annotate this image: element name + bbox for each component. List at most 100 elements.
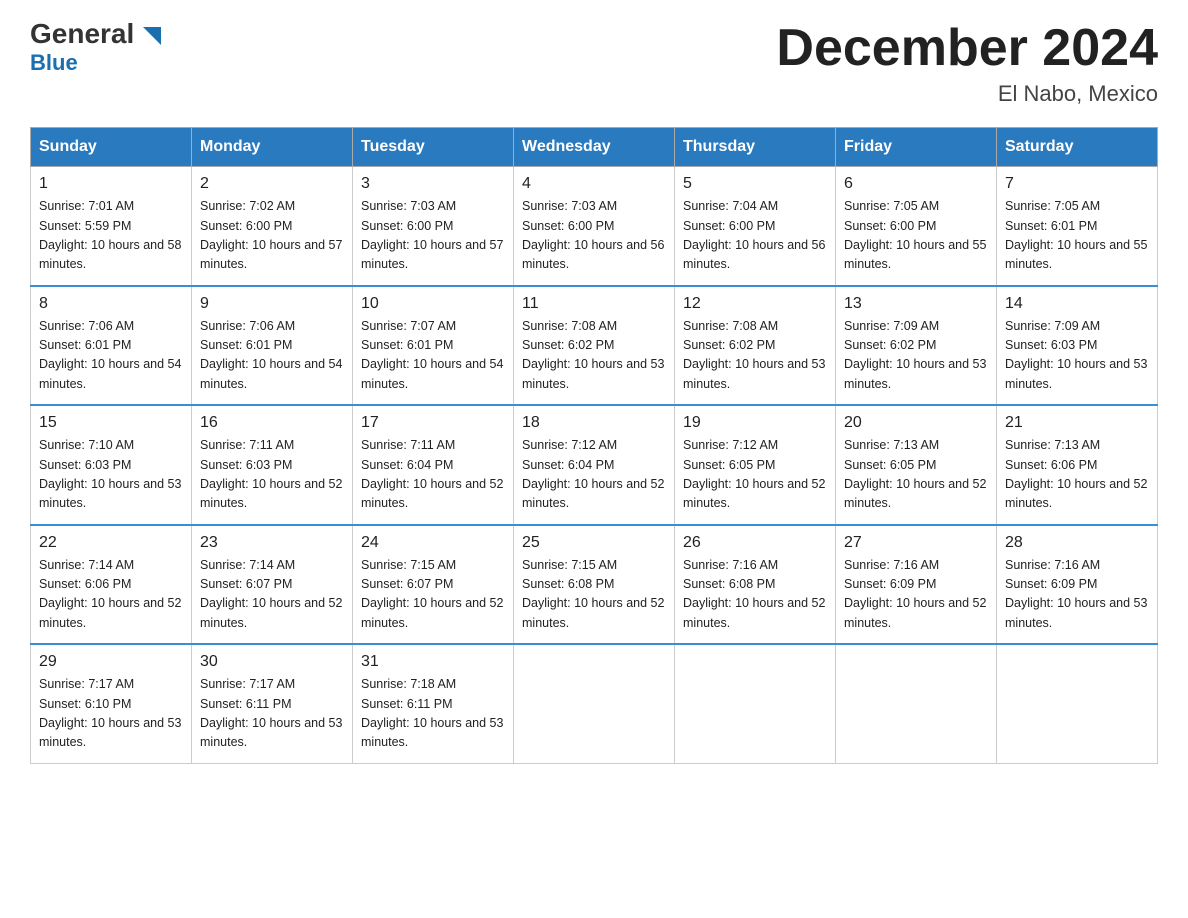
calendar-cell: 9 Sunrise: 7:06 AM Sunset: 6:01 PM Dayli…: [192, 286, 353, 406]
day-info: Sunrise: 7:06 AM Sunset: 6:01 PM Dayligh…: [200, 317, 344, 395]
col-header-tuesday: Tuesday: [353, 128, 514, 167]
day-info: Sunrise: 7:13 AM Sunset: 6:05 PM Dayligh…: [844, 436, 988, 514]
calendar-title: December 2024: [776, 20, 1158, 77]
logo: General Blue: [30, 20, 161, 76]
day-number: 2: [200, 175, 344, 193]
calendar-week-row: 22 Sunrise: 7:14 AM Sunset: 6:06 PM Dayl…: [31, 525, 1158, 645]
day-info: Sunrise: 7:10 AM Sunset: 6:03 PM Dayligh…: [39, 436, 183, 514]
day-number: 20: [844, 414, 988, 432]
col-header-thursday: Thursday: [675, 128, 836, 167]
day-info: Sunrise: 7:05 AM Sunset: 6:01 PM Dayligh…: [1005, 197, 1149, 275]
calendar-cell: 31 Sunrise: 7:18 AM Sunset: 6:11 PM Dayl…: [353, 644, 514, 763]
day-info: Sunrise: 7:17 AM Sunset: 6:11 PM Dayligh…: [200, 675, 344, 753]
title-block: December 2024 El Nabo, Mexico: [776, 20, 1158, 107]
day-info: Sunrise: 7:16 AM Sunset: 6:09 PM Dayligh…: [1005, 556, 1149, 634]
calendar-week-row: 8 Sunrise: 7:06 AM Sunset: 6:01 PM Dayli…: [31, 286, 1158, 406]
day-number: 29: [39, 653, 183, 671]
day-number: 6: [844, 175, 988, 193]
day-number: 11: [522, 295, 666, 313]
col-header-sunday: Sunday: [31, 128, 192, 167]
day-info: Sunrise: 7:18 AM Sunset: 6:11 PM Dayligh…: [361, 675, 505, 753]
day-info: Sunrise: 7:15 AM Sunset: 6:07 PM Dayligh…: [361, 556, 505, 634]
day-number: 28: [1005, 534, 1149, 552]
day-number: 25: [522, 534, 666, 552]
calendar-cell: 17 Sunrise: 7:11 AM Sunset: 6:04 PM Dayl…: [353, 405, 514, 525]
calendar-cell: [836, 644, 997, 763]
day-number: 5: [683, 175, 827, 193]
day-number: 15: [39, 414, 183, 432]
calendar-week-row: 29 Sunrise: 7:17 AM Sunset: 6:10 PM Dayl…: [31, 644, 1158, 763]
day-number: 26: [683, 534, 827, 552]
day-info: Sunrise: 7:09 AM Sunset: 6:02 PM Dayligh…: [844, 317, 988, 395]
calendar-cell: 1 Sunrise: 7:01 AM Sunset: 5:59 PM Dayli…: [31, 167, 192, 286]
calendar-cell: 25 Sunrise: 7:15 AM Sunset: 6:08 PM Dayl…: [514, 525, 675, 645]
logo-triangle-icon: [143, 27, 161, 45]
calendar-cell: 20 Sunrise: 7:13 AM Sunset: 6:05 PM Dayl…: [836, 405, 997, 525]
day-info: Sunrise: 7:05 AM Sunset: 6:00 PM Dayligh…: [844, 197, 988, 275]
day-number: 3: [361, 175, 505, 193]
day-info: Sunrise: 7:16 AM Sunset: 6:08 PM Dayligh…: [683, 556, 827, 634]
day-number: 27: [844, 534, 988, 552]
calendar-cell: 4 Sunrise: 7:03 AM Sunset: 6:00 PM Dayli…: [514, 167, 675, 286]
day-number: 21: [1005, 414, 1149, 432]
day-info: Sunrise: 7:09 AM Sunset: 6:03 PM Dayligh…: [1005, 317, 1149, 395]
day-number: 19: [683, 414, 827, 432]
logo-name: General: [30, 20, 161, 48]
calendar-cell: 5 Sunrise: 7:04 AM Sunset: 6:00 PM Dayli…: [675, 167, 836, 286]
day-number: 7: [1005, 175, 1149, 193]
calendar-cell: 26 Sunrise: 7:16 AM Sunset: 6:08 PM Dayl…: [675, 525, 836, 645]
calendar-cell: 28 Sunrise: 7:16 AM Sunset: 6:09 PM Dayl…: [997, 525, 1158, 645]
calendar-cell: 18 Sunrise: 7:12 AM Sunset: 6:04 PM Dayl…: [514, 405, 675, 525]
day-number: 9: [200, 295, 344, 313]
calendar-table: SundayMondayTuesdayWednesdayThursdayFrid…: [30, 127, 1158, 764]
calendar-cell: 2 Sunrise: 7:02 AM Sunset: 6:00 PM Dayli…: [192, 167, 353, 286]
day-number: 30: [200, 653, 344, 671]
calendar-cell: [514, 644, 675, 763]
day-number: 1: [39, 175, 183, 193]
day-info: Sunrise: 7:12 AM Sunset: 6:05 PM Dayligh…: [683, 436, 827, 514]
logo-sub: Blue: [30, 50, 78, 76]
day-info: Sunrise: 7:14 AM Sunset: 6:07 PM Dayligh…: [200, 556, 344, 634]
day-number: 31: [361, 653, 505, 671]
calendar-cell: [675, 644, 836, 763]
calendar-cell: 16 Sunrise: 7:11 AM Sunset: 6:03 PM Dayl…: [192, 405, 353, 525]
calendar-cell: 15 Sunrise: 7:10 AM Sunset: 6:03 PM Dayl…: [31, 405, 192, 525]
day-number: 24: [361, 534, 505, 552]
day-info: Sunrise: 7:01 AM Sunset: 5:59 PM Dayligh…: [39, 197, 183, 275]
day-number: 18: [522, 414, 666, 432]
calendar-cell: 7 Sunrise: 7:05 AM Sunset: 6:01 PM Dayli…: [997, 167, 1158, 286]
calendar-cell: 22 Sunrise: 7:14 AM Sunset: 6:06 PM Dayl…: [31, 525, 192, 645]
day-number: 8: [39, 295, 183, 313]
day-info: Sunrise: 7:07 AM Sunset: 6:01 PM Dayligh…: [361, 317, 505, 395]
day-info: Sunrise: 7:08 AM Sunset: 6:02 PM Dayligh…: [683, 317, 827, 395]
calendar-cell: 30 Sunrise: 7:17 AM Sunset: 6:11 PM Dayl…: [192, 644, 353, 763]
calendar-cell: [997, 644, 1158, 763]
calendar-cell: 13 Sunrise: 7:09 AM Sunset: 6:02 PM Dayl…: [836, 286, 997, 406]
day-info: Sunrise: 7:14 AM Sunset: 6:06 PM Dayligh…: [39, 556, 183, 634]
day-info: Sunrise: 7:08 AM Sunset: 6:02 PM Dayligh…: [522, 317, 666, 395]
day-info: Sunrise: 7:16 AM Sunset: 6:09 PM Dayligh…: [844, 556, 988, 634]
day-info: Sunrise: 7:03 AM Sunset: 6:00 PM Dayligh…: [361, 197, 505, 275]
calendar-cell: 6 Sunrise: 7:05 AM Sunset: 6:00 PM Dayli…: [836, 167, 997, 286]
calendar-cell: 29 Sunrise: 7:17 AM Sunset: 6:10 PM Dayl…: [31, 644, 192, 763]
day-info: Sunrise: 7:03 AM Sunset: 6:00 PM Dayligh…: [522, 197, 666, 275]
day-number: 23: [200, 534, 344, 552]
page-header: General Blue December 2024 El Nabo, Mexi…: [30, 20, 1158, 107]
day-number: 13: [844, 295, 988, 313]
calendar-cell: 24 Sunrise: 7:15 AM Sunset: 6:07 PM Dayl…: [353, 525, 514, 645]
col-header-saturday: Saturday: [997, 128, 1158, 167]
calendar-cell: 14 Sunrise: 7:09 AM Sunset: 6:03 PM Dayl…: [997, 286, 1158, 406]
day-number: 16: [200, 414, 344, 432]
calendar-subtitle: El Nabo, Mexico: [776, 81, 1158, 107]
calendar-week-row: 1 Sunrise: 7:01 AM Sunset: 5:59 PM Dayli…: [31, 167, 1158, 286]
calendar-cell: 27 Sunrise: 7:16 AM Sunset: 6:09 PM Dayl…: [836, 525, 997, 645]
calendar-cell: 3 Sunrise: 7:03 AM Sunset: 6:00 PM Dayli…: [353, 167, 514, 286]
calendar-cell: 8 Sunrise: 7:06 AM Sunset: 6:01 PM Dayli…: [31, 286, 192, 406]
col-header-wednesday: Wednesday: [514, 128, 675, 167]
day-number: 14: [1005, 295, 1149, 313]
day-info: Sunrise: 7:02 AM Sunset: 6:00 PM Dayligh…: [200, 197, 344, 275]
day-info: Sunrise: 7:11 AM Sunset: 6:04 PM Dayligh…: [361, 436, 505, 514]
calendar-cell: 11 Sunrise: 7:08 AM Sunset: 6:02 PM Dayl…: [514, 286, 675, 406]
day-info: Sunrise: 7:12 AM Sunset: 6:04 PM Dayligh…: [522, 436, 666, 514]
day-number: 4: [522, 175, 666, 193]
